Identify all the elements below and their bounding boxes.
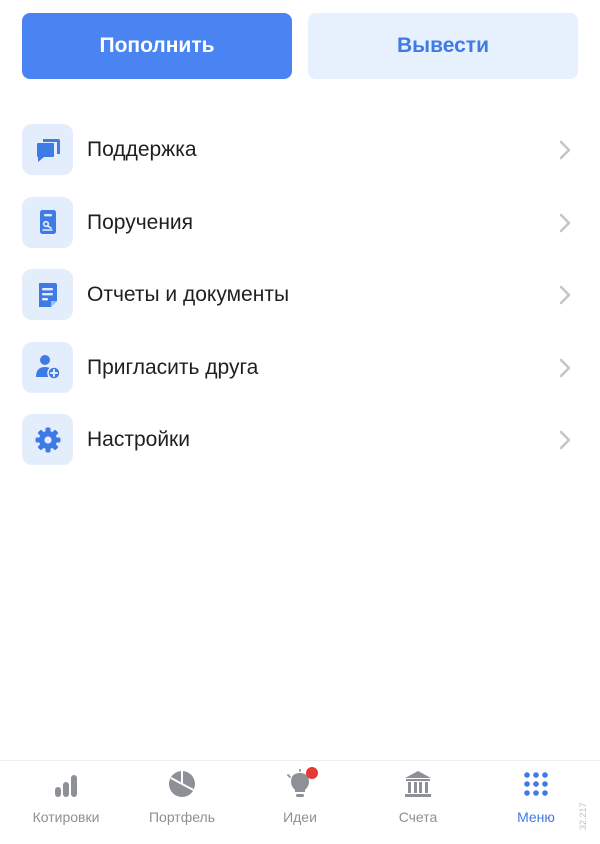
chevron-right-icon (559, 358, 571, 377)
add-user-icon (22, 341, 73, 393)
bank-icon (405, 771, 431, 797)
menu-item-label: Пригласить друга (87, 355, 259, 379)
tab-label: Портфель (148, 809, 216, 825)
gear-icon (22, 414, 73, 465)
tab-quotes[interactable]: Котировки (6, 761, 126, 844)
menu-item-orders[interactable]: Поручения (0, 187, 600, 260)
menu-item-support[interactable]: Поддержка (0, 114, 600, 187)
chevron-right-icon (559, 213, 571, 232)
grid-icon (524, 772, 548, 796)
chevron-right-icon (559, 285, 571, 305)
tab-accounts[interactable]: Счета (358, 761, 478, 844)
menu-item-label: Поручения (87, 210, 194, 234)
chevron-right-icon (559, 140, 571, 160)
bar-chart-icon (55, 775, 77, 797)
menu-item-label: Настройки (87, 428, 190, 451)
chevron-right-icon (559, 430, 571, 450)
chat-icon (22, 124, 73, 175)
version-label: 32.217 (578, 802, 588, 830)
menu-list: Поддержка Поручения Отчеты и документы П… (0, 114, 600, 477)
notification-badge (306, 767, 318, 779)
menu-screen: Пополнить Вывести Поддержка Поручения От… (0, 0, 600, 844)
pie-chart-icon (169, 771, 195, 797)
menu-item-reports[interactable]: Отчеты и документы (0, 259, 600, 332)
menu-item-settings[interactable]: Настройки (0, 404, 600, 477)
tab-label: Идеи (283, 809, 317, 825)
document-icon (22, 196, 73, 248)
tab-ideas[interactable]: Идеи (240, 761, 360, 844)
action-buttons: Пополнить Вывести (22, 13, 578, 79)
tab-portfolio[interactable]: Портфель (122, 761, 242, 844)
menu-item-label: Отчеты и документы (87, 283, 290, 306)
report-icon (22, 269, 73, 320)
tab-bar: Котировки Портфель Идеи Счета Меню (0, 760, 600, 844)
withdraw-button[interactable]: Вывести (308, 13, 578, 79)
tab-label: Котировки (32, 809, 100, 825)
deposit-button[interactable]: Пополнить (22, 13, 292, 79)
menu-item-label: Поддержка (87, 138, 197, 161)
menu-item-invite[interactable]: Пригласить друга (0, 332, 600, 405)
tab-label: Счета (398, 809, 438, 825)
